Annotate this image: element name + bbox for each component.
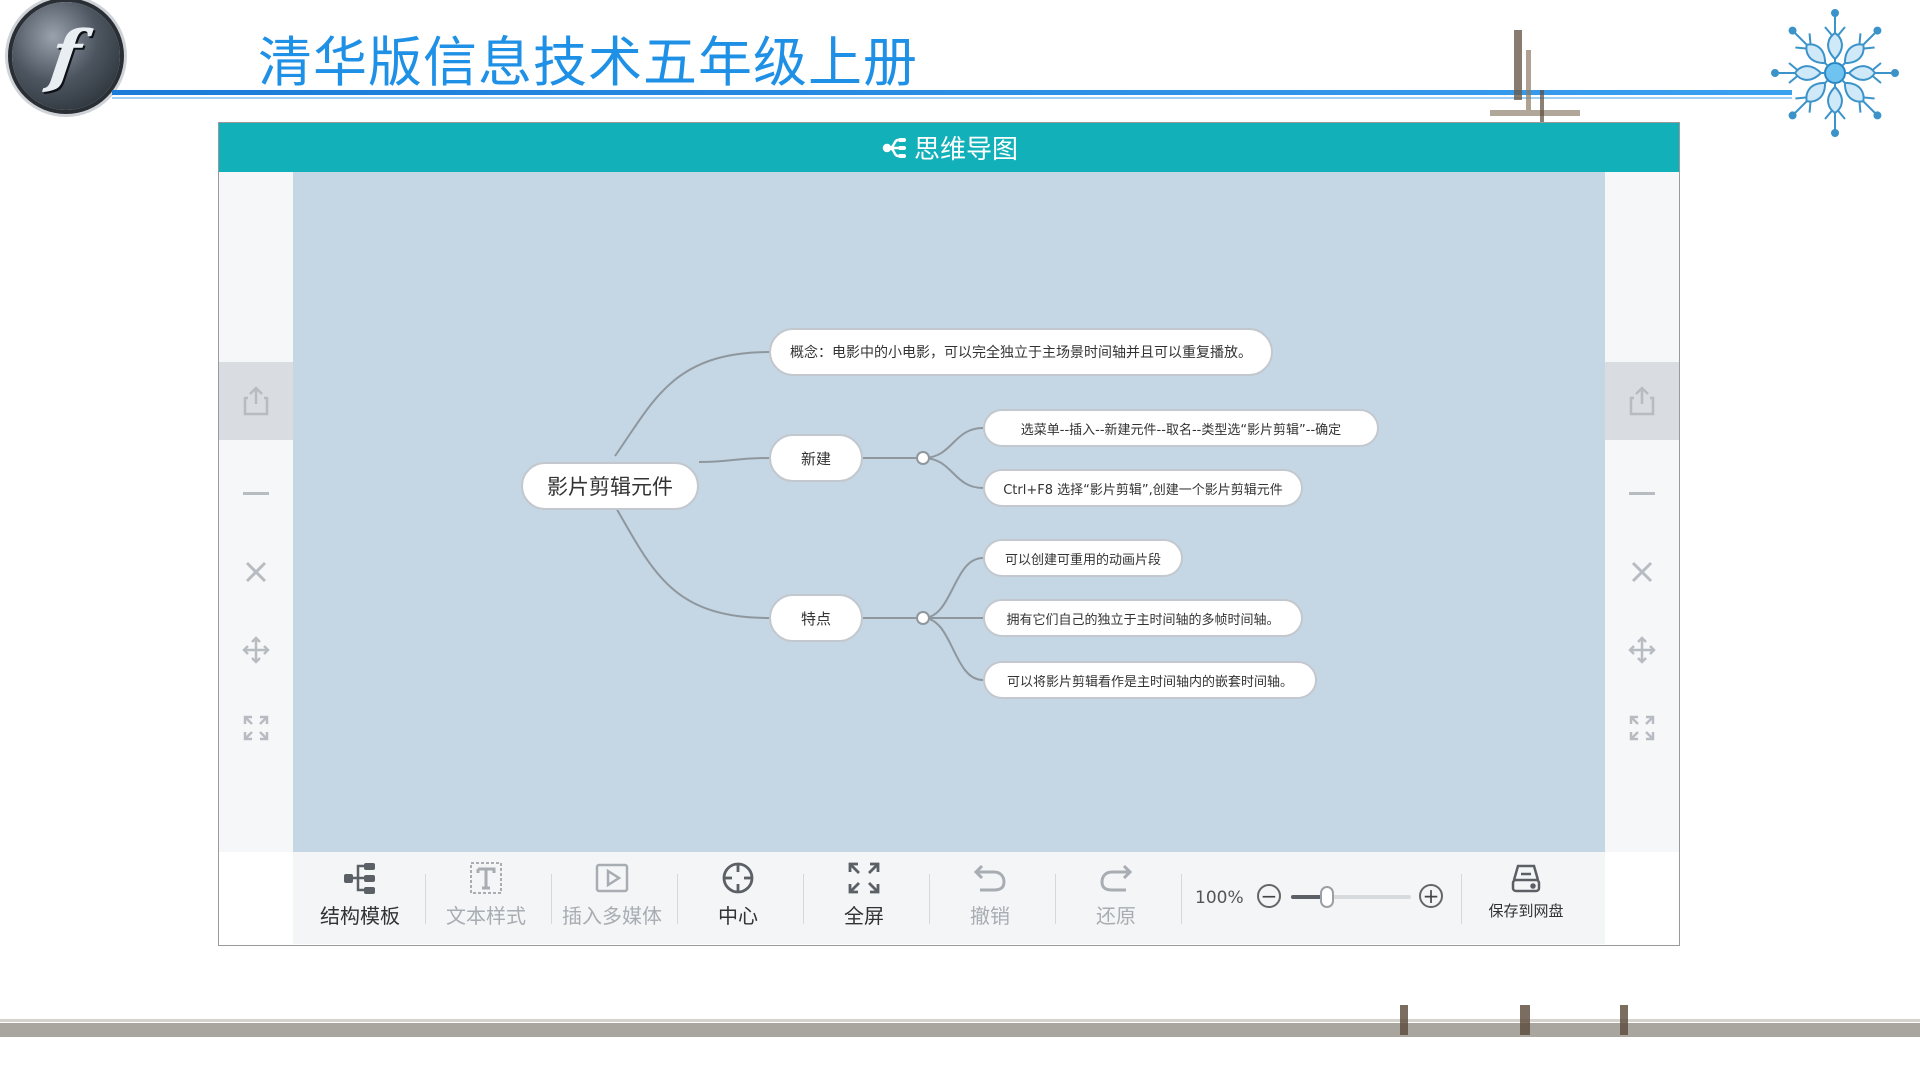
structure-icon — [344, 863, 375, 894]
mindmap-leaf-label: Ctrl+F8 选择“影片剪辑”,创建一个影片剪辑元件 — [1003, 482, 1283, 498]
fit-screen-icon[interactable] — [1605, 696, 1679, 760]
zoom-slider[interactable] — [1291, 886, 1411, 908]
zoom-slider-handle[interactable] — [1320, 886, 1334, 908]
text-icon — [470, 862, 502, 894]
insert-media-button[interactable]: 插入多媒体 — [557, 860, 667, 936]
toolbar-divider — [929, 874, 930, 924]
window-header: 思维导图 — [219, 123, 1679, 172]
mindmap-node-label: 概念：电影中的小电影，可以完全独立于主场景时间轴并且可以重复播放。 — [790, 345, 1252, 361]
redo-label: 还原 — [1096, 904, 1136, 928]
structure-template-button[interactable]: 结构模板 — [305, 860, 415, 936]
toolbar-divider — [803, 874, 804, 924]
toolbar-divider — [1461, 874, 1462, 924]
undo-button[interactable]: 撤销 — [935, 860, 1045, 936]
toolbar-divider — [677, 874, 678, 924]
mindmap-node-new[interactable]: 新建 — [769, 434, 863, 482]
move-icon[interactable] — [1605, 618, 1679, 682]
zoom-in-icon: + — [1422, 884, 1440, 908]
fullscreen-label: 全屏 — [844, 904, 884, 928]
share-icon[interactable] — [1605, 362, 1679, 440]
center-button[interactable]: 中心 — [683, 860, 793, 936]
redo-icon — [1100, 864, 1133, 892]
zoom-out-button[interactable]: − — [1257, 884, 1281, 908]
media-icon — [595, 863, 629, 893]
flash-logo: f — [12, 2, 120, 110]
right-sidebar — [1605, 172, 1679, 852]
toolbar-divider — [425, 874, 426, 924]
undo-icon — [973, 864, 1006, 892]
mindmap-canvas[interactable]: 影片剪辑元件 概念：电影中的小电影，可以完全独立于主场景时间轴并且可以重复播放。… — [293, 172, 1605, 852]
minus-icon[interactable] — [1605, 462, 1679, 526]
save-to-cloud-button[interactable]: 保存到网盘 — [1471, 860, 1581, 936]
text-style-button[interactable]: 文本样式 — [431, 860, 541, 936]
bottom-decoration — [0, 1005, 1920, 1037]
structure-template-label: 结构模板 — [320, 904, 400, 928]
mindmap-icon — [882, 137, 906, 158]
mindmap-leaf-label: 可以将影片剪辑看作是主时间轴内的嵌套时间轴。 — [1006, 674, 1293, 690]
bottom-toolbar: 结构模板 文本样式 插入多媒体 中心 全屏 撤销 还原 100% − + 保存到… — [293, 852, 1605, 944]
mindmap-window: 思维导图 影片剪辑元件 概念：电影中的小电影，可以完全独立于主场景时间轴并且可以… — [218, 122, 1680, 946]
mindmap-leaf-node[interactable]: 可以将影片剪辑看作是主时间轴内的嵌套时间轴。 — [983, 661, 1317, 699]
zoom-in-button[interactable]: + — [1419, 884, 1443, 908]
mindmap-connectors — [614, 351, 984, 681]
text-style-label: 文本样式 — [446, 904, 526, 928]
snowflake-icon — [1771, 9, 1899, 137]
mindmap-node-label: 新建 — [800, 449, 831, 468]
mindmap-leaf-node[interactable]: 可以创建可重用的动画片段 — [983, 539, 1183, 577]
fullscreen-icon — [848, 862, 880, 894]
mindmap-node-features[interactable]: 特点 — [769, 594, 863, 642]
mindmap-node-concept[interactable]: 概念：电影中的小电影，可以完全独立于主场景时间轴并且可以重复播放。 — [769, 328, 1273, 376]
slide-title: 清华版信息技术五年级上册 — [258, 31, 918, 94]
mindmap-root-label: 影片剪辑元件 — [547, 475, 673, 499]
toolbar-divider — [1055, 874, 1056, 924]
redo-button[interactable]: 还原 — [1061, 860, 1171, 936]
mindmap-leaf-node[interactable]: 选菜单--插入--新建元件--取名--类型选“影片剪辑”--确定 — [983, 409, 1379, 447]
mindmap-leaf-node[interactable]: Ctrl+F8 选择“影片剪辑”,创建一个影片剪辑元件 — [983, 469, 1303, 507]
zoom-level-label: 100% — [1195, 888, 1244, 908]
mindmap-node-label: 特点 — [800, 609, 831, 628]
close-icon[interactable] — [1605, 540, 1679, 604]
fullscreen-button[interactable]: 全屏 — [809, 860, 919, 936]
center-label: 中心 — [718, 904, 758, 928]
left-sidebar — [219, 172, 293, 852]
mindmap-leaf-label: 拥有它们自己的独立于主时间轴的多帧时间轴。 — [1006, 612, 1280, 628]
crosshair-icon — [722, 862, 754, 894]
zoom-out-icon: − — [1260, 884, 1278, 908]
mindmap-root-node[interactable]: 影片剪辑元件 — [521, 462, 699, 510]
toolbar-divider — [551, 874, 552, 924]
undo-label: 撤销 — [970, 904, 1010, 928]
mindmap-leaf-label: 可以创建可重用的动画片段 — [1004, 552, 1161, 568]
top-decoration — [1490, 30, 1580, 130]
minus-icon[interactable] — [219, 462, 293, 526]
close-icon[interactable] — [219, 540, 293, 604]
insert-media-label: 插入多媒体 — [562, 904, 662, 928]
mindmap-leaf-label: 选菜单--插入--新建元件--取名--类型选“影片剪辑”--确定 — [1020, 422, 1342, 438]
move-icon[interactable] — [219, 618, 293, 682]
toolbar-divider — [1181, 874, 1182, 924]
share-icon[interactable] — [219, 362, 293, 440]
cloud-drive-icon — [1511, 864, 1541, 893]
fit-screen-icon[interactable] — [219, 696, 293, 760]
window-title: 思维导图 — [913, 135, 1018, 165]
save-to-cloud-label: 保存到网盘 — [1488, 902, 1564, 920]
mindmap-leaf-node[interactable]: 拥有它们自己的独立于主时间轴的多帧时间轴。 — [983, 599, 1303, 637]
